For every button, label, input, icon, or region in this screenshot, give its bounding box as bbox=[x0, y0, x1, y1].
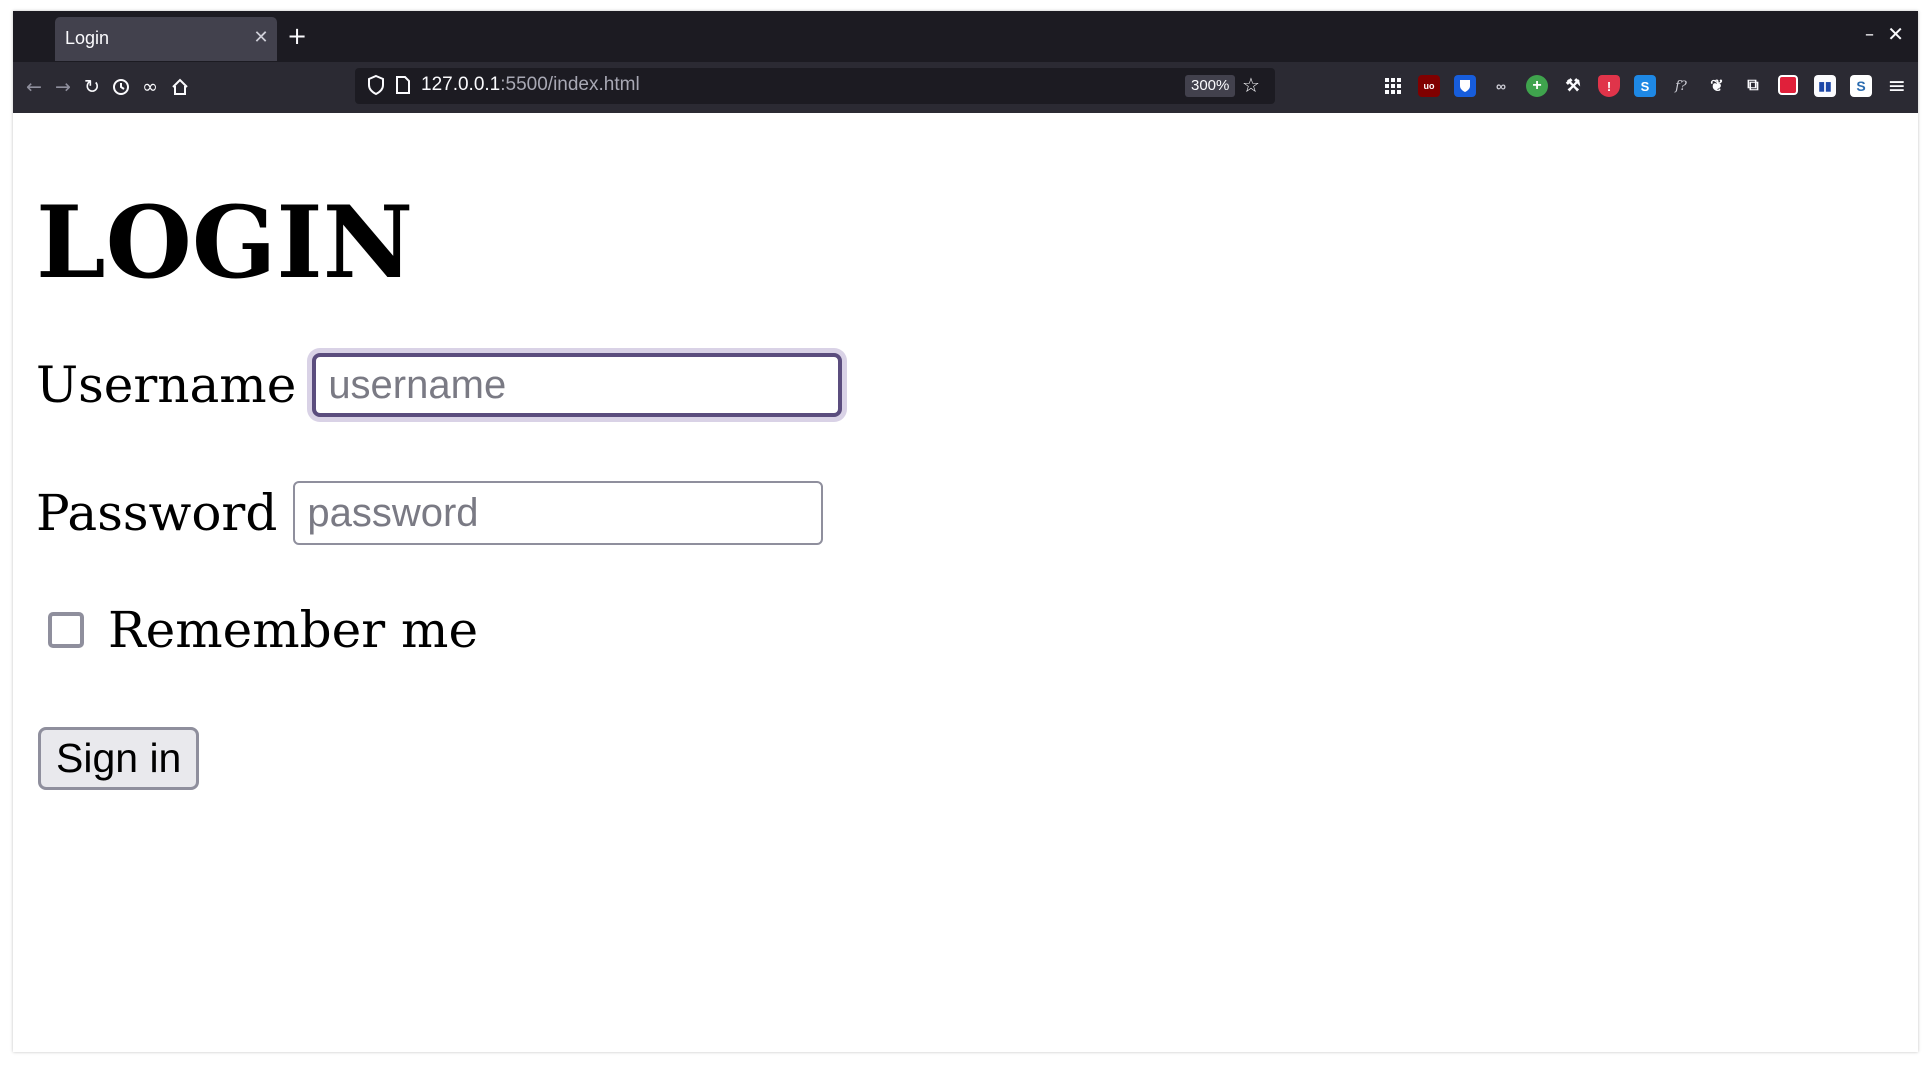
password-input[interactable] bbox=[293, 481, 824, 545]
tab-login[interactable]: Login ✕ bbox=[55, 17, 277, 61]
ublock-icon[interactable]: uo bbox=[1418, 75, 1440, 97]
window-close-icon[interactable]: ✕ bbox=[1887, 22, 1904, 46]
menu-icon[interactable]: ≡ bbox=[1888, 74, 1906, 99]
red-square-icon[interactable] bbox=[1778, 75, 1798, 95]
zoom-level[interactable]: 300% bbox=[1185, 75, 1236, 97]
address-bar[interactable]: 127.0.0.1:5500/index.html 300% ☆ bbox=[355, 68, 1275, 104]
url-text[interactable]: 127.0.0.1:5500/index.html bbox=[421, 74, 640, 96]
bookmark-star-icon[interactable]: ☆ bbox=[1242, 73, 1260, 97]
remember-row: Remember me bbox=[36, 601, 478, 659]
plus-circle-icon[interactable]: + bbox=[1526, 75, 1548, 97]
tab-title: Login bbox=[65, 28, 110, 48]
grid-icon[interactable] bbox=[1382, 75, 1404, 97]
tab-close-icon[interactable]: ✕ bbox=[251, 28, 271, 48]
tab-strip: Login ✕ + – ✕ bbox=[13, 11, 1918, 62]
password-row: Password bbox=[36, 481, 824, 545]
shield-icon[interactable] bbox=[367, 74, 387, 98]
glasses-icon[interactable]: ∞ bbox=[1490, 75, 1512, 97]
new-tab-icon[interactable]: + bbox=[285, 24, 309, 48]
wrench-icon[interactable]: ⚒ bbox=[1562, 75, 1584, 97]
bird-icon[interactable]: ❦ bbox=[1706, 75, 1728, 97]
page-icon[interactable] bbox=[395, 74, 413, 98]
minimize-icon[interactable]: – bbox=[1865, 24, 1874, 45]
tile-icon[interactable]: ▮▮ bbox=[1814, 75, 1836, 97]
s-ext-icon[interactable]: S bbox=[1634, 75, 1656, 97]
remember-label[interactable]: Remember me bbox=[108, 601, 478, 659]
puzzle-icon[interactable]: ⧉ bbox=[1742, 75, 1764, 97]
url-path: :5500/index.html bbox=[500, 74, 640, 95]
stylus-icon[interactable]: S bbox=[1850, 75, 1872, 97]
username-row: Username bbox=[36, 353, 843, 417]
username-input[interactable] bbox=[312, 353, 843, 417]
username-label: Username bbox=[36, 356, 297, 414]
history-icon[interactable] bbox=[108, 74, 134, 100]
browser-window: Login ✕ + – ✕ ← → ↻ ∞ 127.0.0.1:5500/ind… bbox=[13, 11, 1918, 1052]
font-finder-icon[interactable]: f? bbox=[1670, 75, 1692, 97]
page-title: LOGIN bbox=[36, 185, 414, 301]
url-host: 127.0.0.1 bbox=[421, 74, 501, 95]
forward-icon[interactable]: → bbox=[50, 74, 76, 100]
sign-in-button[interactable]: Sign in bbox=[38, 727, 200, 790]
home-icon[interactable] bbox=[167, 74, 193, 100]
shield-ext-icon[interactable]: ! bbox=[1598, 75, 1620, 97]
back-icon[interactable]: ← bbox=[21, 74, 47, 100]
bitwarden-icon[interactable] bbox=[1454, 75, 1476, 97]
remember-checkbox[interactable] bbox=[48, 612, 84, 648]
navigation-toolbar: ← → ↻ ∞ 127.0.0.1:5500/index.html 300% ☆… bbox=[13, 62, 1918, 113]
page-content: LOGIN Username Password Remember me Sign… bbox=[13, 113, 1918, 1052]
reload-icon[interactable]: ↻ bbox=[79, 74, 105, 100]
infinity-icon[interactable]: ∞ bbox=[137, 74, 163, 100]
password-label: Password bbox=[36, 484, 278, 542]
